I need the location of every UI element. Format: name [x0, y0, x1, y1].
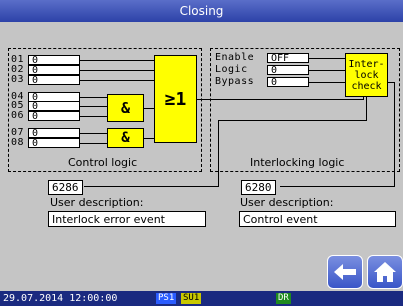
input-value-05[interactable]: 0	[28, 101, 80, 112]
wire	[80, 143, 107, 144]
interlocking-logic-title: Interlocking logic	[250, 156, 345, 169]
wire	[309, 70, 345, 71]
enable-label: Enable	[215, 52, 255, 63]
event-description-label-right: User description:	[240, 196, 334, 209]
event-description-field-left[interactable]: Interlock error event	[48, 211, 206, 227]
wire	[84, 186, 219, 187]
event-code-left[interactable]: 6286	[48, 180, 83, 195]
home-icon	[374, 262, 396, 282]
wire	[366, 97, 367, 120]
arrow-left-icon	[334, 264, 356, 280]
su-badge: SU1	[181, 293, 202, 304]
input-value-03[interactable]: 0	[28, 75, 80, 86]
wire	[80, 70, 154, 71]
interlock-check-block: Inter- lock check	[345, 53, 388, 97]
wire	[80, 97, 107, 98]
wire	[80, 116, 107, 117]
control-logic-title: Control logic	[68, 156, 138, 169]
event-code-right[interactable]: 6280	[241, 180, 276, 195]
window-title: Closing	[0, 0, 403, 22]
input-value-06[interactable]: 0	[28, 111, 80, 122]
wire	[394, 82, 395, 186]
wire	[80, 133, 107, 134]
status-datetime: 29.07.2014 12:00:00	[3, 293, 118, 304]
and-gate-2: &	[107, 128, 144, 148]
and-gate-1: &	[107, 94, 144, 122]
wire	[218, 120, 219, 186]
wire	[80, 106, 107, 107]
wire	[309, 58, 345, 59]
wire	[80, 80, 154, 81]
bypass-value[interactable]: 0	[267, 77, 309, 88]
input-value-08[interactable]: 0	[28, 138, 80, 149]
dr-badge: DR	[276, 293, 291, 304]
back-button[interactable]	[327, 255, 363, 289]
wire	[144, 108, 154, 109]
event-description-label-left: User description:	[50, 196, 144, 209]
input-id-08: 08	[11, 137, 25, 148]
input-value-07[interactable]: 0	[28, 128, 80, 139]
logic-label: Logic	[215, 64, 248, 75]
input-id-03: 03	[11, 74, 25, 85]
bypass-label: Bypass	[215, 76, 255, 87]
input-id-06: 06	[11, 110, 25, 121]
input-value-02[interactable]: 0	[28, 65, 80, 76]
ps-badge: PS1	[156, 293, 177, 304]
wire	[218, 120, 367, 121]
home-button[interactable]	[367, 255, 403, 289]
or-gate: ≥1	[154, 55, 197, 143]
input-value-01[interactable]: 0	[28, 55, 80, 66]
wire	[80, 60, 154, 61]
logic-value[interactable]: 0	[267, 65, 309, 76]
wire	[309, 82, 345, 83]
wire	[144, 138, 154, 139]
enable-value[interactable]: OFF	[267, 53, 309, 64]
wire	[280, 186, 395, 187]
status-bar: 29.07.2014 12:00:00 PS1 SU1 DR	[0, 291, 403, 306]
event-description-field-right[interactable]: Control event	[239, 211, 396, 227]
